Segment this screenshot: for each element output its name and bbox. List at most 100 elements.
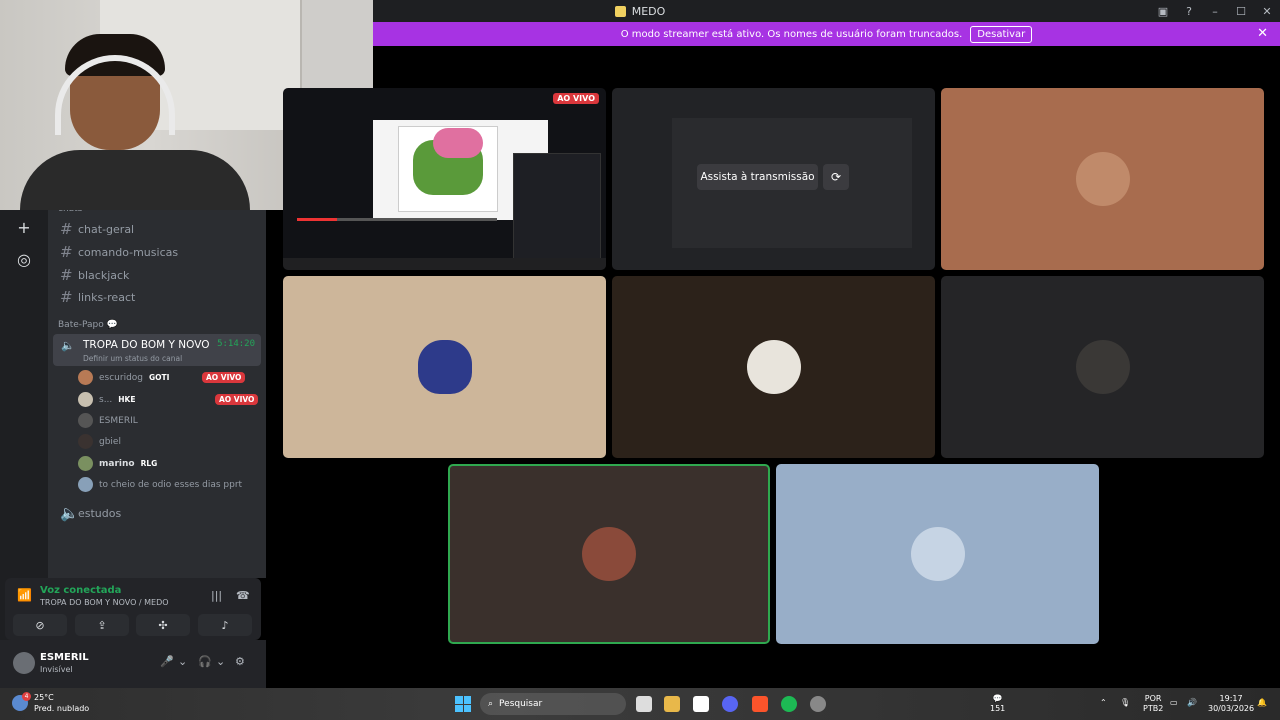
- channel-list: chats #chat-geral #comando-musicas #blac…: [48, 204, 266, 578]
- channel-status[interactable]: Definir um status do canal: [83, 354, 182, 363]
- weather-temp: 25°C: [34, 693, 54, 702]
- participant-tile[interactable]: [776, 464, 1099, 644]
- disconnect-icon[interactable]: ☎: [236, 589, 250, 602]
- member-marino[interactable]: marino RLG: [78, 456, 258, 471]
- user-name[interactable]: ESMERIL: [40, 652, 89, 663]
- member-to-cheio[interactable]: to cheio de odio esses dias pprt: [78, 477, 258, 492]
- banner-close-icon[interactable]: ✕: [1257, 26, 1268, 41]
- hash-icon: #: [60, 288, 73, 306]
- watch-stream-icon[interactable]: ⟳: [823, 164, 849, 190]
- clock[interactable]: 19:17 30/03/2026: [1208, 694, 1254, 714]
- avatar: [78, 413, 93, 428]
- participant-tile[interactable]: [283, 276, 606, 458]
- channel-estudos[interactable]: 🔈 estudos: [60, 504, 121, 522]
- watch-stream-button[interactable]: Assista à transmissão: [697, 164, 818, 190]
- member-esmeril[interactable]: ESMERIL: [78, 413, 258, 428]
- notification-badge: 4: [22, 692, 31, 701]
- taskbar-search[interactable]: ⌕ Pesquisar: [480, 693, 626, 715]
- avatar: [78, 477, 93, 492]
- hash-icon: #: [60, 220, 73, 238]
- live-badge: AO VIVO: [202, 372, 246, 383]
- add-server-icon[interactable]: +: [12, 215, 36, 239]
- avatar: [746, 340, 801, 394]
- store-icon[interactable]: [693, 696, 709, 712]
- brave-icon[interactable]: [752, 696, 768, 712]
- avatar: [78, 370, 93, 385]
- screen-share-button[interactable]: ⇪: [75, 614, 129, 636]
- channel-comando-musicas[interactable]: # comando-musicas: [60, 243, 178, 261]
- signal-icon[interactable]: 📶: [17, 588, 32, 602]
- language-indicator[interactable]: POR PTB2: [1143, 694, 1163, 714]
- help-icon[interactable]: ?: [1176, 5, 1202, 18]
- avatar: [1075, 340, 1130, 394]
- camera-off-button[interactable]: ⊘: [13, 614, 67, 636]
- live-badge: AO VIVO: [215, 394, 259, 405]
- spotify-icon[interactable]: [781, 696, 797, 712]
- chat-widget[interactable]: 💬 151: [990, 694, 1005, 714]
- maximize-button[interactable]: ☐: [1228, 5, 1254, 18]
- soundboard-button[interactable]: ♪: [198, 614, 252, 636]
- participant-tile[interactable]: [941, 88, 1264, 270]
- speaker-icon: 🔈: [61, 339, 75, 352]
- microphone-icon[interactable]: 🎤: [160, 655, 174, 668]
- task-view-icon[interactable]: [636, 696, 652, 712]
- search-placeholder: Pesquisar: [499, 699, 543, 709]
- chat-count: 151: [990, 704, 1006, 713]
- voice-connected-subtitle[interactable]: TROPA DO BOM Y NOVO / MEDO: [40, 598, 169, 607]
- chevron-up-icon[interactable]: ⌃: [1100, 698, 1107, 708]
- channel-chat-geral[interactable]: # chat-geral: [60, 220, 134, 238]
- window-title: MEDO: [631, 4, 666, 18]
- chevron-down-icon[interactable]: ⌄: [178, 655, 187, 668]
- avatar: [78, 456, 93, 471]
- weather-widget[interactable]: 4 25°C Pred. nublado: [12, 692, 89, 714]
- headphones-icon[interactable]: 🎧: [198, 655, 212, 668]
- category-bate-papo[interactable]: Bate-Papo 💬: [58, 320, 118, 330]
- chevron-down-icon[interactable]: ⌄: [216, 655, 225, 668]
- user-bar: ESMERIL Invisível 🎤 ⌄ 🎧 ⌄ ⚙: [0, 640, 266, 688]
- volume-icon[interactable]: 🔊: [1187, 698, 1197, 708]
- hash-icon: #: [60, 243, 73, 261]
- discover-icon[interactable]: ◎: [12, 247, 36, 271]
- microphone-icon[interactable]: 🎙: [1120, 698, 1130, 708]
- activities-button[interactable]: ✣: [136, 614, 190, 636]
- hash-icon: #: [60, 266, 73, 284]
- voice-channel-name: TROPA DO BOM Y NOVO: [83, 339, 210, 351]
- chat-icon: 💬: [992, 694, 1003, 703]
- voice-timer: 5:14:20: [217, 339, 255, 349]
- speaker-icon: 🔈: [60, 504, 79, 522]
- noise-suppression-icon[interactable]: |||: [211, 589, 222, 602]
- streamer-mode-banner: O modo streamer está ativo. Os nomes de …: [373, 22, 1280, 46]
- app-icon: [614, 5, 626, 17]
- participant-tile[interactable]: [612, 276, 935, 458]
- live-badge: AO VIVO: [553, 93, 599, 104]
- settings-gear-icon[interactable]: ⚙: [235, 655, 245, 668]
- notifications-icon[interactable]: 🔔: [1257, 698, 1267, 708]
- avatar: [910, 527, 965, 581]
- member-gbiel[interactable]: gbiel: [78, 434, 258, 449]
- discord-icon[interactable]: [722, 696, 738, 712]
- avatar: [78, 392, 93, 407]
- minimize-button[interactable]: –: [1202, 5, 1228, 18]
- stream-tile-screenshare[interactable]: AO VIVO: [283, 88, 606, 270]
- avatar: [582, 527, 636, 581]
- voice-channel-active[interactable]: 🔈 TROPA DO BOM Y NOVO 5:14:20 Definir um…: [53, 334, 261, 366]
- participant-tile-speaking[interactable]: [448, 464, 770, 644]
- voice-connected-panel: 📶 Voz conectada TROPA DO BOM Y NOVO / ME…: [5, 578, 261, 640]
- taskbar: 4 25°C Pred. nublado ⌕ Pesquisar 💬 151 ⌃…: [0, 688, 1280, 720]
- avatar: [417, 340, 472, 394]
- close-window-button[interactable]: ✕: [1254, 5, 1280, 18]
- avatar[interactable]: [13, 652, 35, 674]
- channel-blackjack[interactable]: # blackjack: [60, 266, 129, 284]
- app-icon[interactable]: [810, 696, 826, 712]
- avatar: [1075, 152, 1130, 206]
- user-status: Invisível: [40, 665, 73, 674]
- volume-mixer: [513, 153, 601, 261]
- stream-tile-hidden[interactable]: Assista à transmissão ⟳: [612, 88, 935, 270]
- network-icon[interactable]: ▭: [1170, 698, 1178, 708]
- channel-links-react[interactable]: # links-react: [60, 288, 135, 306]
- participant-tile[interactable]: [941, 276, 1264, 458]
- start-button[interactable]: [455, 696, 471, 712]
- inbox-icon[interactable]: ▣: [1150, 5, 1176, 18]
- file-explorer-icon[interactable]: [664, 696, 680, 712]
- disable-streamer-button[interactable]: Desativar: [970, 25, 1033, 43]
